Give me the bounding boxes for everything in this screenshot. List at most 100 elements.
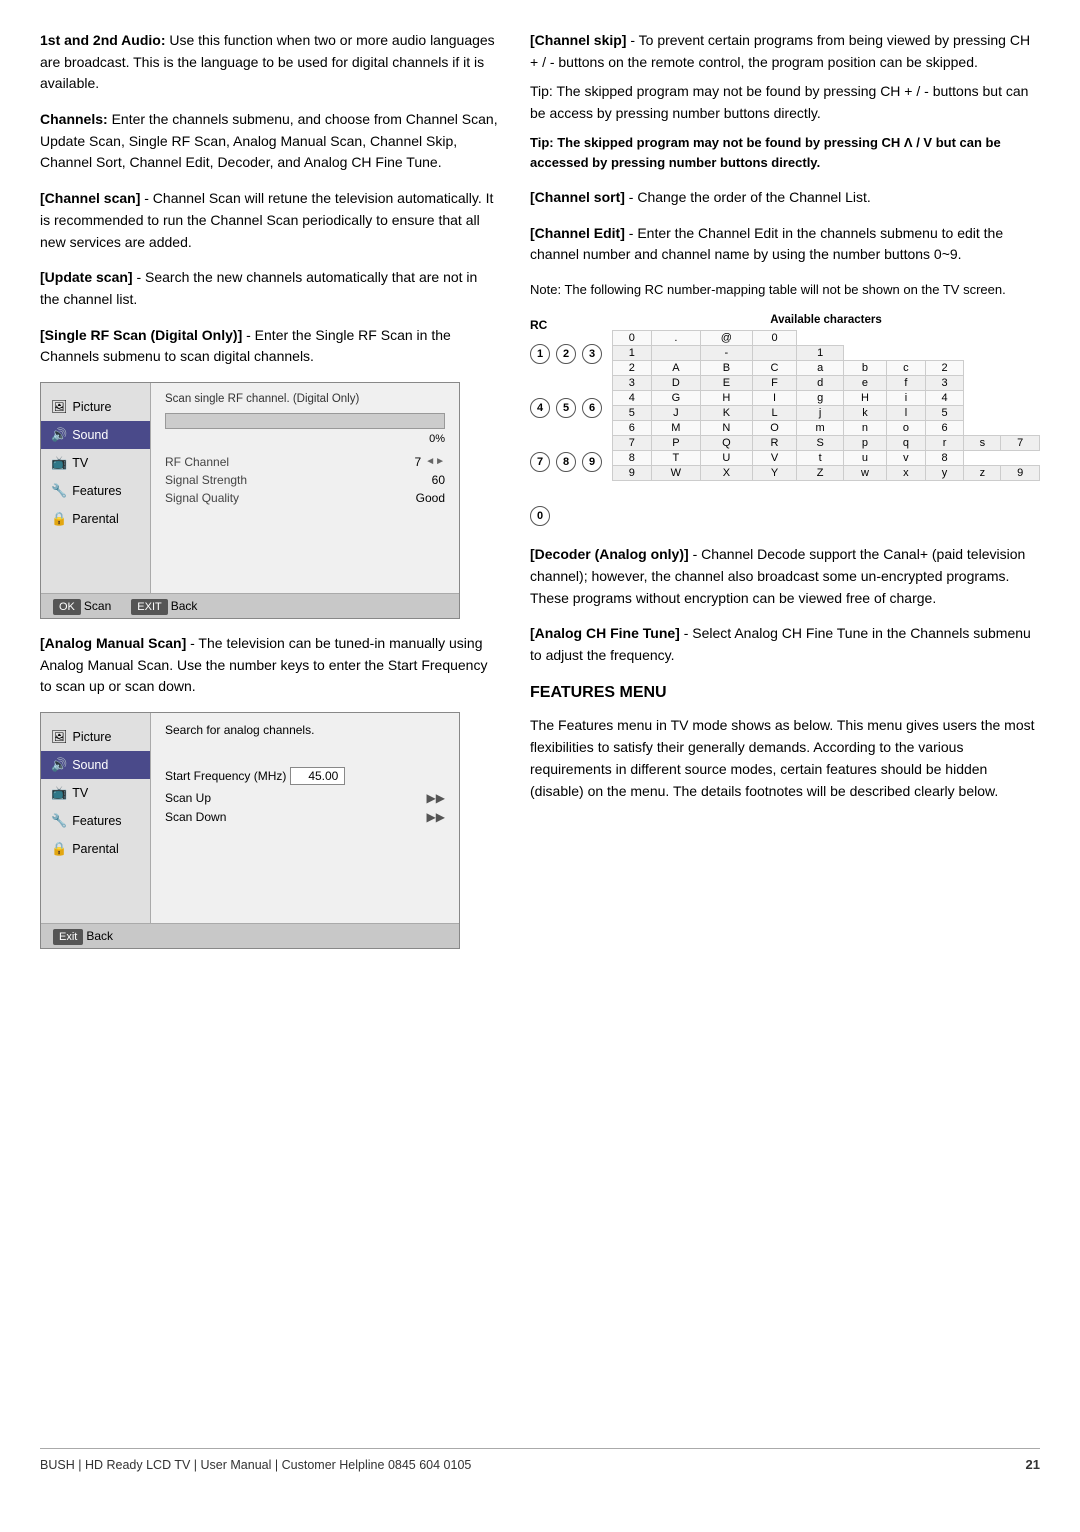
tv-menu-right-2: Search for analog channels. Start Freque… <box>151 713 459 923</box>
table-row: 4GHIgHi4 <box>613 391 1040 406</box>
channel-sort-section: [Channel sort] - Change the order of the… <box>530 187 1040 209</box>
channel-scan-section: [Channel scan] - Channel Scan will retun… <box>40 188 500 253</box>
rc-btn-1: 1 <box>530 344 550 364</box>
table-row: 6MNOmno6 <box>613 421 1040 436</box>
tv-menu-left-1: 🖼 Picture 🔊 Sound 📺 TV 🔧 <box>41 383 151 593</box>
menu2-parental: 🔒 Parental <box>41 835 150 863</box>
rc-row-3: 7 8 9 <box>530 452 602 472</box>
channel-sort-heading: [Channel sort] <box>530 189 625 205</box>
features-menu-text: The Features menu in TV mode shows as be… <box>530 715 1040 802</box>
rc-btn-7: 7 <box>530 452 550 472</box>
item3-text: 1st and 2nd Audio: Use this function whe… <box>40 30 500 95</box>
tv-menu-inner-1: 🖼 Picture 🔊 Sound 📺 TV 🔧 <box>41 383 459 593</box>
right-column: [Channel skip] - To prevent certain prog… <box>530 30 1040 1428</box>
analog-manual-heading: [Analog Manual Scan] <box>40 635 186 651</box>
rf-arrow: ◄► <box>425 456 445 467</box>
decoder-heading: [Decoder (Analog only)] <box>530 546 689 562</box>
scan-down-arrow: ▶▶ <box>427 810 445 824</box>
progress-label: 0% <box>165 433 445 445</box>
rf-channel-row: RF Channel 7 ◄► <box>165 455 445 469</box>
picture-icon: 🖼 <box>51 399 68 415</box>
rc-btn-2: 2 <box>556 344 576 364</box>
single-rf-heading: [Single RF Scan (Digital Only)] <box>40 327 242 343</box>
picture-icon-2: 🖼 <box>51 729 68 745</box>
menu1-features: 🔧 Features <box>41 477 150 505</box>
scan-down-row: Scan Down ▶▶ <box>165 810 445 824</box>
tip1-text: Tip: The skipped program may not be foun… <box>530 81 1040 124</box>
rc-btn-0: 0 <box>530 506 550 526</box>
channel-edit-heading: [Channel Edit] <box>530 225 625 241</box>
item4-text: Channels: Enter the channels submenu, an… <box>40 109 500 174</box>
exit-btn-1: EXIT <box>131 599 167 615</box>
sound-icon-1: 🔊 <box>51 427 67 443</box>
start-freq-row: Start Frequency (MHz) 45.00 <box>165 767 445 785</box>
table-row: 8TUVtuv8 <box>613 451 1040 466</box>
tv-menu-bottom-1: OKScan EXITBack <box>41 593 459 618</box>
note-text: Note: The following RC number-mapping ta… <box>530 280 1040 300</box>
rc-row-1: 1 2 3 <box>530 344 602 364</box>
rc-btn-5: 5 <box>556 398 576 418</box>
channel-skip-section: [Channel skip] - To prevent certain prog… <box>530 30 1040 173</box>
rc-btn-3: 3 <box>582 344 602 364</box>
sound-icon-2: 🔊 <box>51 757 67 773</box>
scan-up-row: Scan Up ▶▶ <box>165 791 445 805</box>
menu2-sound: 🔊 Sound <box>41 751 150 779</box>
rc-label: RC <box>530 318 602 332</box>
table-row: 5JKLjkl5 <box>613 406 1040 421</box>
update-scan-heading: [Update scan] <box>40 269 133 285</box>
menu1-tv: 📺 TV <box>41 449 150 477</box>
analog-manual-section: [Analog Manual Scan] - The television ca… <box>40 633 500 698</box>
menu2-picture: 🖼 Picture <box>41 723 150 751</box>
rc-btn-9: 9 <box>582 452 602 472</box>
rc-btn-8: 8 <box>556 452 576 472</box>
chars-table: Available characters 0.@0 1-1 2AB <box>612 314 1040 530</box>
update-scan-section: [Update scan] - Search the new channels … <box>40 267 500 310</box>
rc-row-2: 4 5 6 <box>530 398 602 418</box>
rc-row-4: 0 <box>530 506 602 526</box>
freq-input: 45.00 <box>290 767 345 785</box>
item3-heading: 1st and 2nd Audio: <box>40 32 165 48</box>
rc-table-area: RC 1 2 3 4 5 6 <box>530 314 1040 530</box>
rc-buttons-col: RC 1 2 3 4 5 6 <box>530 314 602 530</box>
tv-icon-2: 📺 <box>51 785 67 801</box>
tv-menu-screenshot-1: 🖼 Picture 🔊 Sound 📺 TV 🔧 <box>40 382 460 619</box>
tv-menu-bottom-2: ExitBack <box>41 923 459 948</box>
item-3: 1st and 2nd Audio: Use this function whe… <box>40 30 500 95</box>
menu1-picture: 🖼 Picture <box>41 393 150 421</box>
content-area: 1st and 2nd Audio: Use this function whe… <box>40 30 1040 1428</box>
signal-quality-row: Signal Quality Good <box>165 491 445 505</box>
features-menu-section: FEATURES MENU The Features menu in TV mo… <box>530 681 1040 803</box>
item4-heading: Channels: <box>40 111 108 127</box>
menu2-features: 🔧 Features <box>41 807 150 835</box>
table-row: 9WXYZwxyz9 <box>613 466 1040 481</box>
tv-menu-left-2: 🖼 Picture 🔊 Sound 📺 TV 🔧 <box>41 713 151 923</box>
menu2-tv: 📺 TV <box>41 779 150 807</box>
analog-fine-heading: [Analog CH Fine Tune] <box>530 625 680 641</box>
rc-outer: RC 1 2 3 4 5 6 <box>530 314 1040 530</box>
table-row: 0.@0 <box>613 331 1040 346</box>
table-row: 2ABCabc2 <box>613 361 1040 376</box>
features-menu-heading: FEATURES MENU <box>530 681 1040 706</box>
features-icon-1: 🔧 <box>51 483 67 499</box>
table-row: 1-1 <box>613 346 1040 361</box>
footer-info: BUSH | HD Ready LCD TV | User Manual | C… <box>40 1458 471 1472</box>
menu1-scan-label: Scan single RF channel. (Digital Only) <box>165 393 445 405</box>
table-row: 7PQRSpqrs7 <box>613 436 1040 451</box>
rc-btn-6: 6 <box>582 398 602 418</box>
ok-btn: OK <box>53 599 81 615</box>
page: 1st and 2nd Audio: Use this function whe… <box>0 0 1080 1532</box>
parental-icon-1: 🔒 <box>51 511 67 527</box>
table-row: 3DEFdef3 <box>613 376 1040 391</box>
tv-menu-inner-2: 🖼 Picture 🔊 Sound 📺 TV 🔧 <box>41 713 459 923</box>
avail-chars-label: Available characters <box>612 314 1040 326</box>
chars-data-table: 0.@0 1-1 2ABCabc2 3DEFdef3 <box>612 330 1040 481</box>
analog-fine-section: [Analog CH Fine Tune] - Select Analog CH… <box>530 623 1040 666</box>
left-column: 1st and 2nd Audio: Use this function whe… <box>40 30 500 1428</box>
menu2-search-label: Search for analog channels. <box>165 723 445 737</box>
exit-btn-2: Exit <box>53 929 83 945</box>
scan-up-arrow: ▶▶ <box>427 791 445 805</box>
signal-strength-row: Signal Strength 60 <box>165 473 445 487</box>
tv-menu-screenshot-2: 🖼 Picture 🔊 Sound 📺 TV 🔧 <box>40 712 460 949</box>
tip2-text: Tip: The skipped program may not be foun… <box>530 133 1040 173</box>
parental-icon-2: 🔒 <box>51 841 67 857</box>
